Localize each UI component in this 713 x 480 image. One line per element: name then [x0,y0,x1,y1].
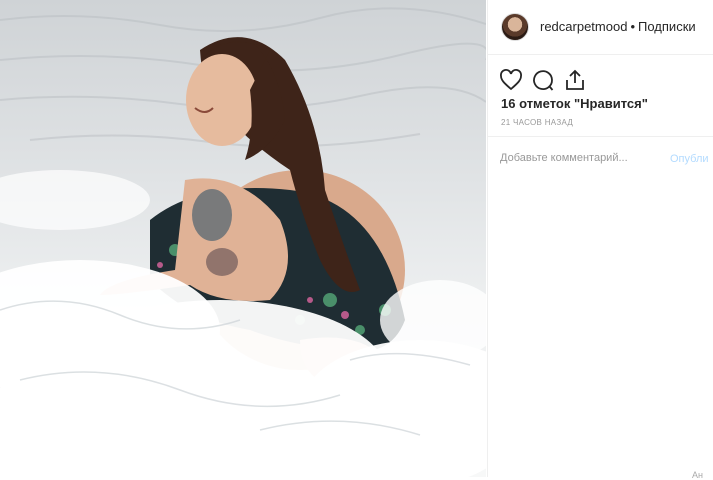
photo-illustration [0,7,486,477]
separator-dot: • [630,19,636,34]
corner-text: Ан [692,470,703,480]
post-timestamp[interactable]: 21 ЧАСОВ НАЗАД [501,118,573,127]
divider [488,136,713,137]
avatar[interactable] [501,13,529,41]
post-header: redcarpetmood • Подписки [488,0,713,55]
username-link[interactable]: redcarpetmood [540,19,627,34]
heart-icon[interactable] [499,68,525,94]
post-photo[interactable] [0,0,486,477]
share-icon[interactable] [563,68,589,94]
comment-input[interactable] [500,152,650,164]
user-line: redcarpetmood • Подписки [540,19,696,34]
post-sidebar: redcarpetmood • Подписки 16 отметок "Нрави… [487,0,713,480]
follow-button[interactable]: Подписки [638,19,696,34]
comment-icon[interactable] [531,68,557,94]
likes-count[interactable]: 16 отметок "Нравится" [501,96,648,111]
publish-button[interactable]: Опубли [670,153,709,165]
